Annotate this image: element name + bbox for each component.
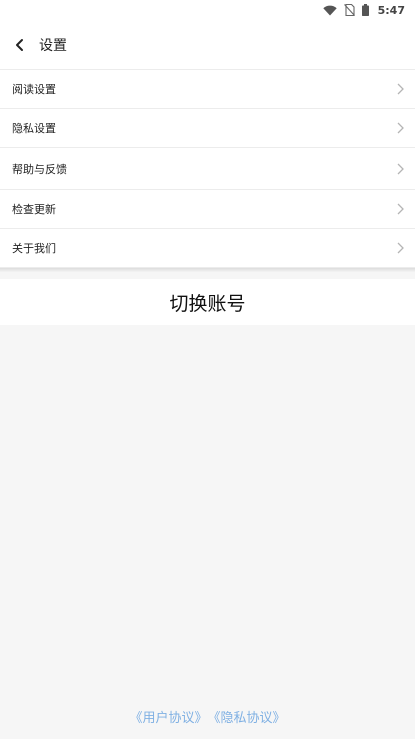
settings-item-label: 检查更新 <box>12 203 56 216</box>
settings-item-about-us[interactable]: 关于我们 <box>0 229 415 268</box>
chevron-left-icon <box>16 38 23 51</box>
user-agreement-link[interactable]: 《用户协议》 <box>129 707 207 726</box>
list-shadow-divider <box>0 268 415 272</box>
status-bar: 5:47 <box>0 0 415 20</box>
agreement-links: 《用户协议》 《隐私协议》 <box>0 705 415 727</box>
privacy-agreement-link[interactable]: 《隐私协议》 <box>208 707 286 726</box>
switch-account-button[interactable]: 切换账号 <box>0 279 415 325</box>
page-title: 设置 <box>39 37 67 54</box>
app-header: 设置 <box>0 20 415 69</box>
settings-item-label: 隐私设置 <box>12 122 56 135</box>
settings-item-reading[interactable]: 阅读设置 <box>0 70 415 109</box>
no-sim-icon <box>343 4 355 16</box>
settings-item-check-update[interactable]: 检查更新 <box>0 190 415 229</box>
chevron-right-icon <box>397 242 404 254</box>
battery-icon <box>361 4 369 16</box>
settings-item-privacy[interactable]: 隐私设置 <box>0 109 415 148</box>
chevron-right-icon <box>397 163 404 174</box>
status-time: 5:47 <box>377 3 405 17</box>
settings-item-help-feedback[interactable]: 帮助与反馈 <box>0 148 415 190</box>
chevron-right-icon <box>397 83 404 95</box>
wifi-icon <box>322 5 337 15</box>
back-button[interactable] <box>6 31 34 59</box>
settings-item-label: 阅读设置 <box>12 83 56 96</box>
settings-list: 阅读设置 隐私设置 帮助与反馈 检查更新 关于我们 <box>0 69 415 268</box>
chevron-right-icon <box>397 122 404 134</box>
settings-item-label: 帮助与反馈 <box>12 162 67 176</box>
settings-item-label: 关于我们 <box>12 242 56 255</box>
chevron-right-icon <box>397 203 404 215</box>
